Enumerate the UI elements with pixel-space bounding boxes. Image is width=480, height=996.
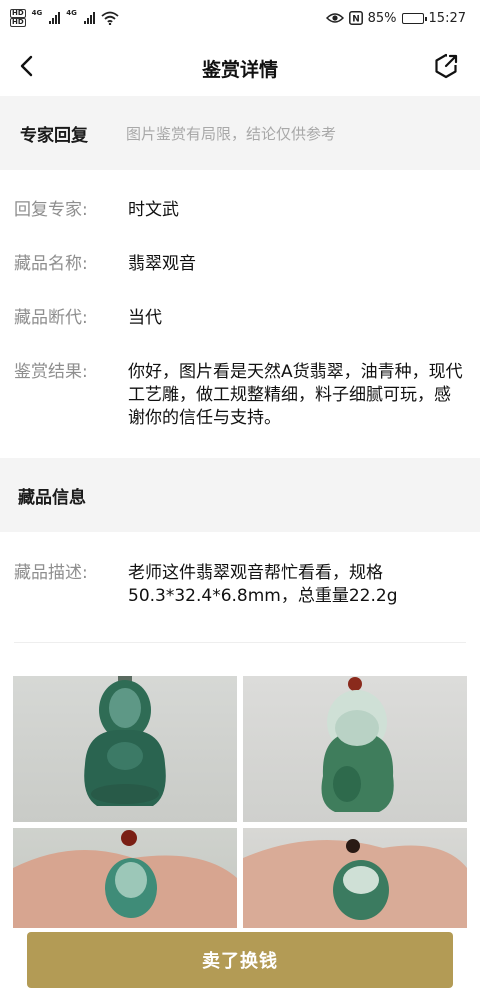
hd-badge-2: HD: [10, 18, 26, 27]
jade-guanyin-image: [13, 830, 237, 928]
expert-row: 回复专家: 时文武: [14, 199, 466, 222]
nfc-icon: N: [348, 11, 363, 25]
disclaimer-note: 图片鉴赏有局限，结论仅供参考: [126, 124, 337, 143]
item-photo-in-hand-front[interactable]: [13, 828, 237, 928]
battery-icon: [401, 12, 427, 24]
appraisal-result-row: 鉴赏结果: 你好，图片看是天然A货翡翠，油青种，现代工艺雕，做工规整精细，料子细…: [14, 361, 466, 430]
page-title: 鉴赏详情: [201, 58, 278, 81]
item-photo-back[interactable]: [243, 676, 467, 822]
item-photo-in-hand-back[interactable]: [243, 828, 467, 928]
signal-icon: [49, 12, 61, 24]
wifi-icon: [101, 11, 119, 25]
row-value: 翡翠观音: [128, 254, 196, 274]
item-description-row: 藏品描述: 老师这件翡翠观音帮忙看看，规格50.3*32.4*6.8mm，总重量…: [14, 562, 466, 608]
share-icon[interactable]: [432, 52, 460, 80]
clock: 15:27: [428, 10, 466, 26]
item-photo-front[interactable]: [13, 676, 237, 822]
jade-guanyin-image: [321, 677, 394, 812]
divider: [14, 642, 466, 643]
row-label: 藏品断代:: [14, 308, 88, 328]
status-right: N 85% 15:27: [325, 10, 466, 26]
hd-badge-1: HD: [10, 9, 26, 18]
sell-for-cash-button[interactable]: 卖了换钱: [27, 932, 453, 988]
battery-percent: 85%: [367, 10, 397, 26]
network-type-2: 4G: [66, 9, 77, 17]
section-title: 藏品信息: [18, 487, 86, 508]
eye-comfort-icon: [325, 13, 344, 23]
row-label: 藏品名称:: [14, 254, 88, 274]
jade-guanyin-image: [84, 676, 166, 806]
expert-reply-header: 专家回复 图片鉴赏有局限，结论仅供参考: [0, 96, 480, 170]
nav-bar: 鉴赏详情: [0, 40, 480, 96]
row-label: 藏品描述:: [14, 563, 88, 583]
bottom-action-bar: 卖了换钱: [0, 928, 480, 996]
section-title: 专家回复: [20, 125, 88, 146]
row-value: 时文武: [128, 200, 179, 220]
signal-icon: [83, 12, 95, 24]
item-info-header: 藏品信息: [0, 458, 480, 532]
row-label: 回复专家:: [14, 200, 88, 220]
row-value: 当代: [128, 308, 162, 328]
row-value: 你好，图片看是天然A货翡翠，油青种，现代工艺雕，做工规整精细，料子细腻可玩，感谢…: [128, 362, 463, 428]
row-value: 老师这件翡翠观音帮忙看看，规格50.3*32.4*6.8mm，总重量22.2g: [128, 563, 398, 606]
network-type-1: 4G: [31, 9, 43, 17]
status-bar: HD HD 4G 4G N 85% 15:27: [0, 0, 480, 36]
collection-name-row: 藏品名称: 翡翠观音: [14, 253, 466, 276]
row-label: 鉴赏结果:: [14, 362, 88, 382]
jade-guanyin-image: [243, 839, 467, 928]
status-left: HD HD 4G 4G: [10, 9, 119, 27]
chevron-left-icon[interactable]: [14, 52, 42, 80]
dating-row: 藏品断代: 当代: [14, 307, 466, 330]
nfc-letter: N: [352, 15, 360, 25]
hd-indicator: HD HD: [10, 9, 26, 27]
